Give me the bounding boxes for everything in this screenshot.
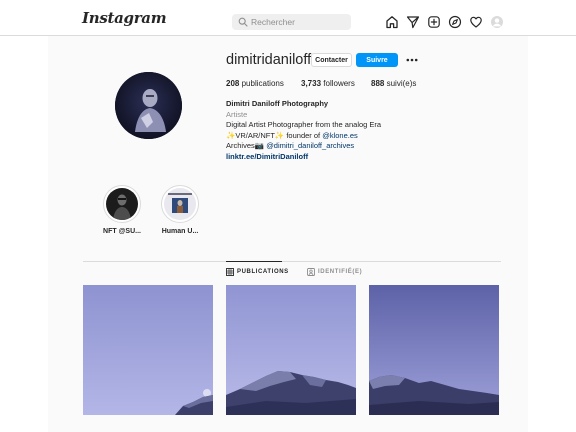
followers-count[interactable]: 3,733 followers	[301, 79, 355, 88]
home-icon[interactable]	[385, 15, 399, 29]
direct-icon[interactable]	[406, 15, 420, 29]
highlight-ring	[103, 185, 141, 223]
profile-avatar-icon[interactable]	[490, 15, 504, 29]
profile-bio: Dimitri Daniloff Photography Artiste Dig…	[226, 99, 381, 162]
following-count-value: 888	[371, 79, 385, 88]
tab-tagged[interactable]: IDENTIFIÉ(E)	[307, 268, 362, 276]
contact-button[interactable]: Contacter	[311, 53, 352, 67]
tab-publications[interactable]: PUBLICATIONS	[226, 268, 289, 276]
profile-photo	[115, 72, 182, 139]
bio-line-3-text: Archives📷	[226, 141, 267, 150]
highlight-ring	[161, 185, 199, 223]
post-image	[83, 285, 213, 415]
search-box[interactable]	[232, 14, 351, 30]
following-count-label: suivi(e)s	[386, 79, 417, 88]
bio-category: Artiste	[226, 109, 248, 119]
highlight-thumbnail	[164, 188, 196, 220]
follow-button[interactable]: Suivre	[356, 53, 398, 67]
followers-count-value: 3,733	[301, 79, 322, 88]
grid-icon	[226, 268, 234, 276]
bio-line-1: Digital Artist Photographer from the ana…	[226, 120, 382, 129]
active-tab-indicator	[226, 261, 282, 262]
post-thumbnail[interactable]	[369, 285, 499, 415]
search-input[interactable]	[251, 14, 347, 30]
bio-name: Dimitri Daniloff Photography	[226, 99, 329, 108]
tab-tagged-label: IDENTIFIÉ(E)	[318, 269, 363, 275]
highlight-item[interactable]: Human U...	[161, 185, 199, 235]
highlight-item[interactable]: NFT @SU...	[103, 185, 141, 235]
post-thumbnail[interactable]	[226, 285, 356, 415]
bio-line-2-text: ✨VR/AR/NFT✨ founder of	[226, 130, 323, 140]
search-icon	[238, 17, 248, 27]
highlight-label: NFT @SU...	[103, 228, 141, 235]
highlight-thumbnail	[106, 188, 138, 220]
bio-mention-archives[interactable]: @dimitri_daniloff_archives	[266, 141, 354, 150]
top-navigation-bar: Instagram	[0, 0, 576, 36]
more-options-icon[interactable]	[405, 53, 419, 67]
tagged-user-icon	[307, 268, 315, 276]
post-thumbnail[interactable]	[83, 285, 213, 415]
following-count[interactable]: 888 suivi(e)s	[371, 79, 416, 88]
tab-publications-label: PUBLICATIONS	[237, 269, 289, 275]
post-image	[369, 285, 499, 415]
highlight-label: Human U...	[161, 228, 199, 235]
bio-website-link[interactable]: linktr.ee/DimitriDaniloff	[226, 152, 381, 163]
posts-count-label: publications	[241, 79, 284, 88]
profile-username: dimitridaniloff	[226, 52, 312, 68]
profile-avatar[interactable]	[115, 72, 182, 139]
bio-line-2: ✨VR/AR/NFT✨ founder of @klone.es	[226, 131, 381, 142]
posts-count-value: 208	[226, 79, 240, 88]
tabs-divider	[83, 261, 501, 262]
instagram-logo[interactable]: Instagram	[82, 9, 167, 27]
bio-line-3: Archives📷 @dimitri_daniloff_archives	[226, 141, 381, 152]
bio-mention-klone[interactable]: @klone.es	[322, 131, 358, 140]
explore-icon[interactable]	[448, 15, 462, 29]
posts-count: 208 publications	[226, 79, 284, 88]
post-image	[226, 285, 356, 415]
new-post-icon[interactable]	[427, 15, 441, 29]
activity-icon[interactable]	[469, 15, 483, 29]
followers-count-label: followers	[323, 79, 355, 88]
